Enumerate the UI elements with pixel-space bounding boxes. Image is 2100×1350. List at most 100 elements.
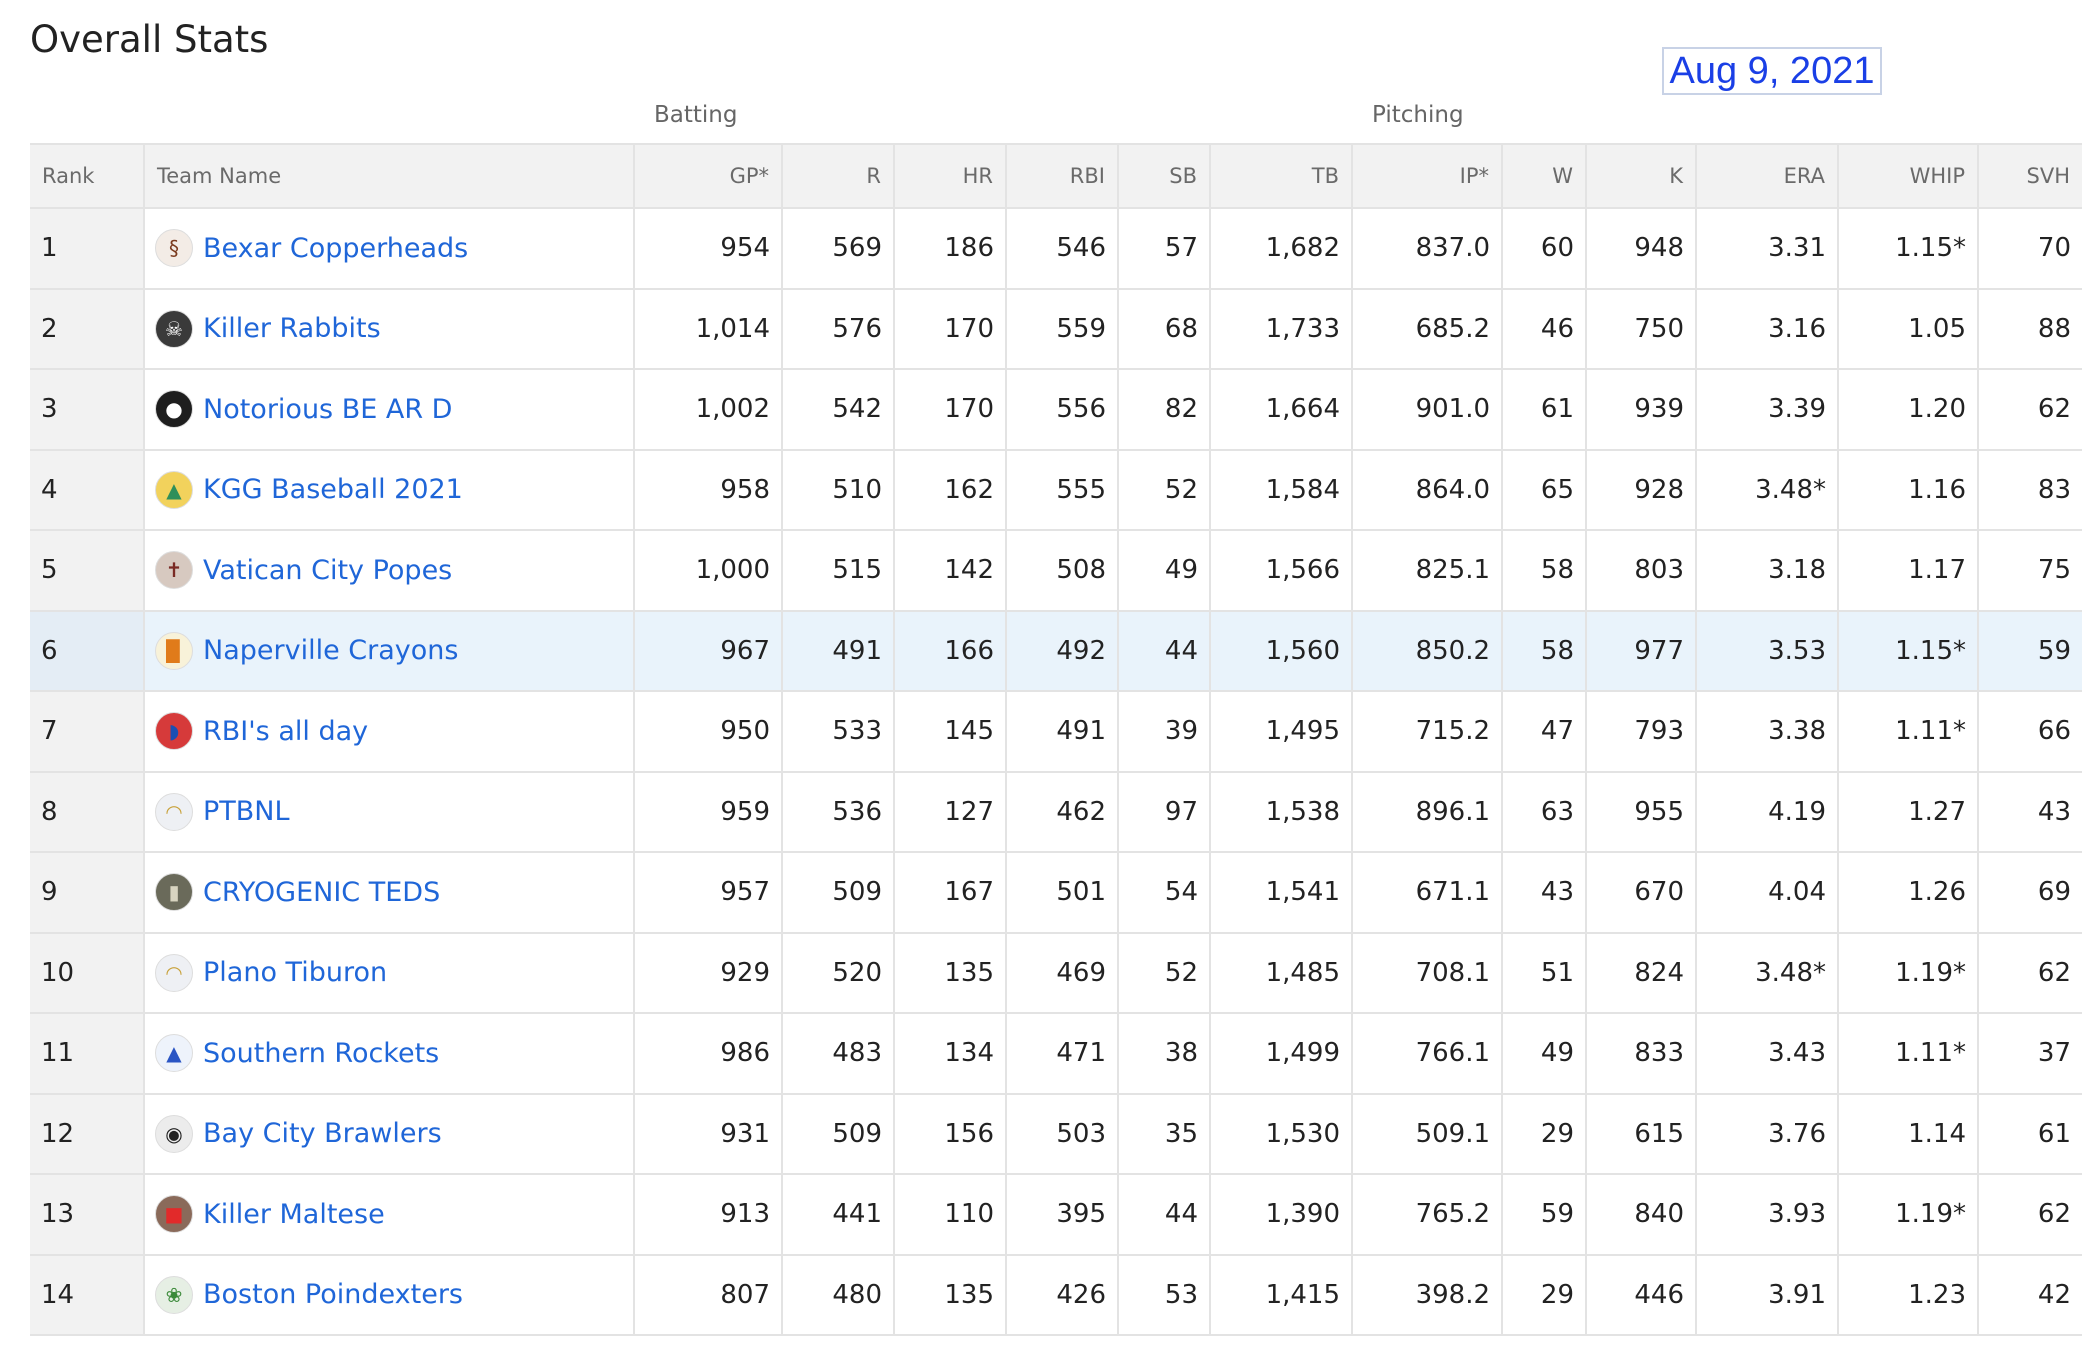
whip-cell: 1.11* bbox=[1837, 1013, 1978, 1094]
rbi-cell: 469 bbox=[1005, 932, 1118, 1013]
r-cell: 536 bbox=[781, 771, 894, 852]
r-cell: 491 bbox=[781, 610, 894, 691]
ip-cell: 509.1 bbox=[1351, 1093, 1502, 1174]
team-name-link[interactable]: CRYOGENIC TEDS bbox=[203, 877, 440, 908]
team-name-wrapper: ▲ Southern Rockets bbox=[155, 1034, 622, 1073]
team-name-link[interactable]: Boston Poindexters bbox=[203, 1279, 463, 1310]
gp-cell: 913 bbox=[633, 1174, 782, 1255]
col-header-gp[interactable]: GP* bbox=[633, 143, 782, 209]
team-name-link[interactable]: Vatican City Popes bbox=[203, 555, 452, 586]
pitching-group-label: Pitching bbox=[1372, 102, 1464, 128]
col-header-w[interactable]: W bbox=[1501, 143, 1586, 209]
stats-table-body: 1 § Bexar Copperheads 954 569 186 546 57 1,682 83… bbox=[30, 208, 2082, 1335]
col-header-rbi[interactable]: RBI bbox=[1005, 143, 1118, 209]
k-cell: 793 bbox=[1585, 691, 1696, 772]
ip-cell: 398.2 bbox=[1351, 1254, 1502, 1335]
col-header-hr[interactable]: HR bbox=[893, 143, 1006, 209]
ip-cell: 825.1 bbox=[1351, 530, 1502, 611]
col-header-r[interactable]: R bbox=[781, 143, 894, 209]
tb-cell: 1,415 bbox=[1209, 1254, 1352, 1335]
tb-cell: 1,538 bbox=[1209, 771, 1352, 852]
team-name-link[interactable]: Killer Rabbits bbox=[203, 313, 381, 344]
whip-cell: 1.17 bbox=[1837, 530, 1978, 611]
team-name-link[interactable]: Plano Tiburon bbox=[203, 957, 387, 988]
gp-cell: 1,014 bbox=[633, 288, 782, 369]
rank-cell: 13 bbox=[30, 1174, 144, 1255]
col-header-ip[interactable]: IP* bbox=[1351, 143, 1502, 209]
col-header-whip[interactable]: WHIP bbox=[1837, 143, 1978, 209]
ip-cell: 685.2 bbox=[1351, 288, 1502, 369]
team-name-link[interactable]: Naperville Crayons bbox=[203, 635, 458, 666]
sb-cell: 97 bbox=[1117, 771, 1210, 852]
team-name-wrapper: ■ Killer Maltese bbox=[155, 1195, 622, 1234]
team-name-link[interactable]: Notorious BE AR D bbox=[203, 394, 452, 425]
rank-cell: 3 bbox=[30, 369, 144, 450]
table-row: 1 § Bexar Copperheads 954 569 186 546 57 1,682 83… bbox=[30, 208, 2082, 289]
team-name-link[interactable]: Southern Rockets bbox=[203, 1038, 439, 1069]
rbi-cell: 546 bbox=[1005, 208, 1118, 289]
sb-cell: 44 bbox=[1117, 610, 1210, 691]
table-row: 12 ◉ Bay City Brawlers 931 509 156 503 35 1,530 5… bbox=[30, 1093, 2082, 1174]
tb-cell: 1,499 bbox=[1209, 1013, 1352, 1094]
gp-cell: 1,000 bbox=[633, 530, 782, 611]
whip-cell: 1.16 bbox=[1837, 449, 1978, 530]
rank-cell: 7 bbox=[30, 691, 144, 772]
tb-cell: 1,495 bbox=[1209, 691, 1352, 772]
svh-cell: 69 bbox=[1977, 852, 2082, 933]
svh-cell: 70 bbox=[1977, 208, 2082, 289]
team-name-link[interactable]: Bay City Brawlers bbox=[203, 1118, 442, 1149]
rank-cell: 5 bbox=[30, 530, 144, 611]
col-header-svh[interactable]: SVH bbox=[1977, 143, 2082, 209]
ip-cell: 671.1 bbox=[1351, 852, 1502, 933]
rank-cell: 10 bbox=[30, 932, 144, 1013]
team-name-link[interactable]: RBI's all day bbox=[203, 716, 368, 747]
svh-cell: 75 bbox=[1977, 530, 2082, 611]
ip-cell: 837.0 bbox=[1351, 208, 1502, 289]
whip-cell: 1.19* bbox=[1837, 1174, 1978, 1255]
bear-logo-icon: ● bbox=[155, 390, 193, 429]
rbi-cell: 556 bbox=[1005, 369, 1118, 450]
col-header-era[interactable]: ERA bbox=[1695, 143, 1838, 209]
rbi-cell: 508 bbox=[1005, 530, 1118, 611]
tb-cell: 1,733 bbox=[1209, 288, 1352, 369]
hr-cell: 162 bbox=[893, 449, 1006, 530]
k-cell: 750 bbox=[1585, 288, 1696, 369]
w-cell: 46 bbox=[1501, 288, 1586, 369]
rbi-cell: 462 bbox=[1005, 771, 1118, 852]
col-header-sb[interactable]: SB bbox=[1117, 143, 1210, 209]
whip-cell: 1.23 bbox=[1837, 1254, 1978, 1335]
team-name-link[interactable]: KGG Baseball 2021 bbox=[203, 474, 463, 505]
team-cell: ✝ Vatican City Popes bbox=[143, 530, 634, 611]
rank-cell: 6 bbox=[30, 610, 144, 691]
team-name-link[interactable]: Killer Maltese bbox=[203, 1199, 385, 1230]
w-cell: 58 bbox=[1501, 610, 1586, 691]
rank-cell: 4 bbox=[30, 449, 144, 530]
col-header-rank[interactable]: Rank bbox=[30, 143, 144, 209]
table-row: 3 ● Notorious BE AR D 1,002 542 170 556 82 1,664… bbox=[30, 369, 2082, 450]
gp-cell: 959 bbox=[633, 771, 782, 852]
rbi-cell: 501 bbox=[1005, 852, 1118, 933]
era-cell: 3.93 bbox=[1695, 1174, 1838, 1255]
hr-cell: 167 bbox=[893, 852, 1006, 933]
whip-cell: 1.26 bbox=[1837, 852, 1978, 933]
ip-cell: 715.2 bbox=[1351, 691, 1502, 772]
k-cell: 824 bbox=[1585, 932, 1696, 1013]
rank-cell: 8 bbox=[30, 771, 144, 852]
sb-cell: 38 bbox=[1117, 1013, 1210, 1094]
w-cell: 58 bbox=[1501, 530, 1586, 611]
team-name-link[interactable]: PTBNL bbox=[203, 796, 290, 827]
hr-cell: 170 bbox=[893, 288, 1006, 369]
hr-cell: 127 bbox=[893, 771, 1006, 852]
svh-cell: 62 bbox=[1977, 1174, 2082, 1255]
col-header-k[interactable]: K bbox=[1585, 143, 1696, 209]
r-cell: 483 bbox=[781, 1013, 894, 1094]
gp-cell: 929 bbox=[633, 932, 782, 1013]
hr-cell: 145 bbox=[893, 691, 1006, 772]
k-cell: 803 bbox=[1585, 530, 1696, 611]
date-selector[interactable]: Aug 9, 2021 bbox=[1662, 47, 1882, 95]
team-name-link[interactable]: Bexar Copperheads bbox=[203, 233, 468, 264]
r-cell: 576 bbox=[781, 288, 894, 369]
svh-cell: 43 bbox=[1977, 771, 2082, 852]
col-header-tb[interactable]: TB bbox=[1209, 143, 1352, 209]
col-header-team-name[interactable]: Team Name bbox=[143, 143, 634, 209]
